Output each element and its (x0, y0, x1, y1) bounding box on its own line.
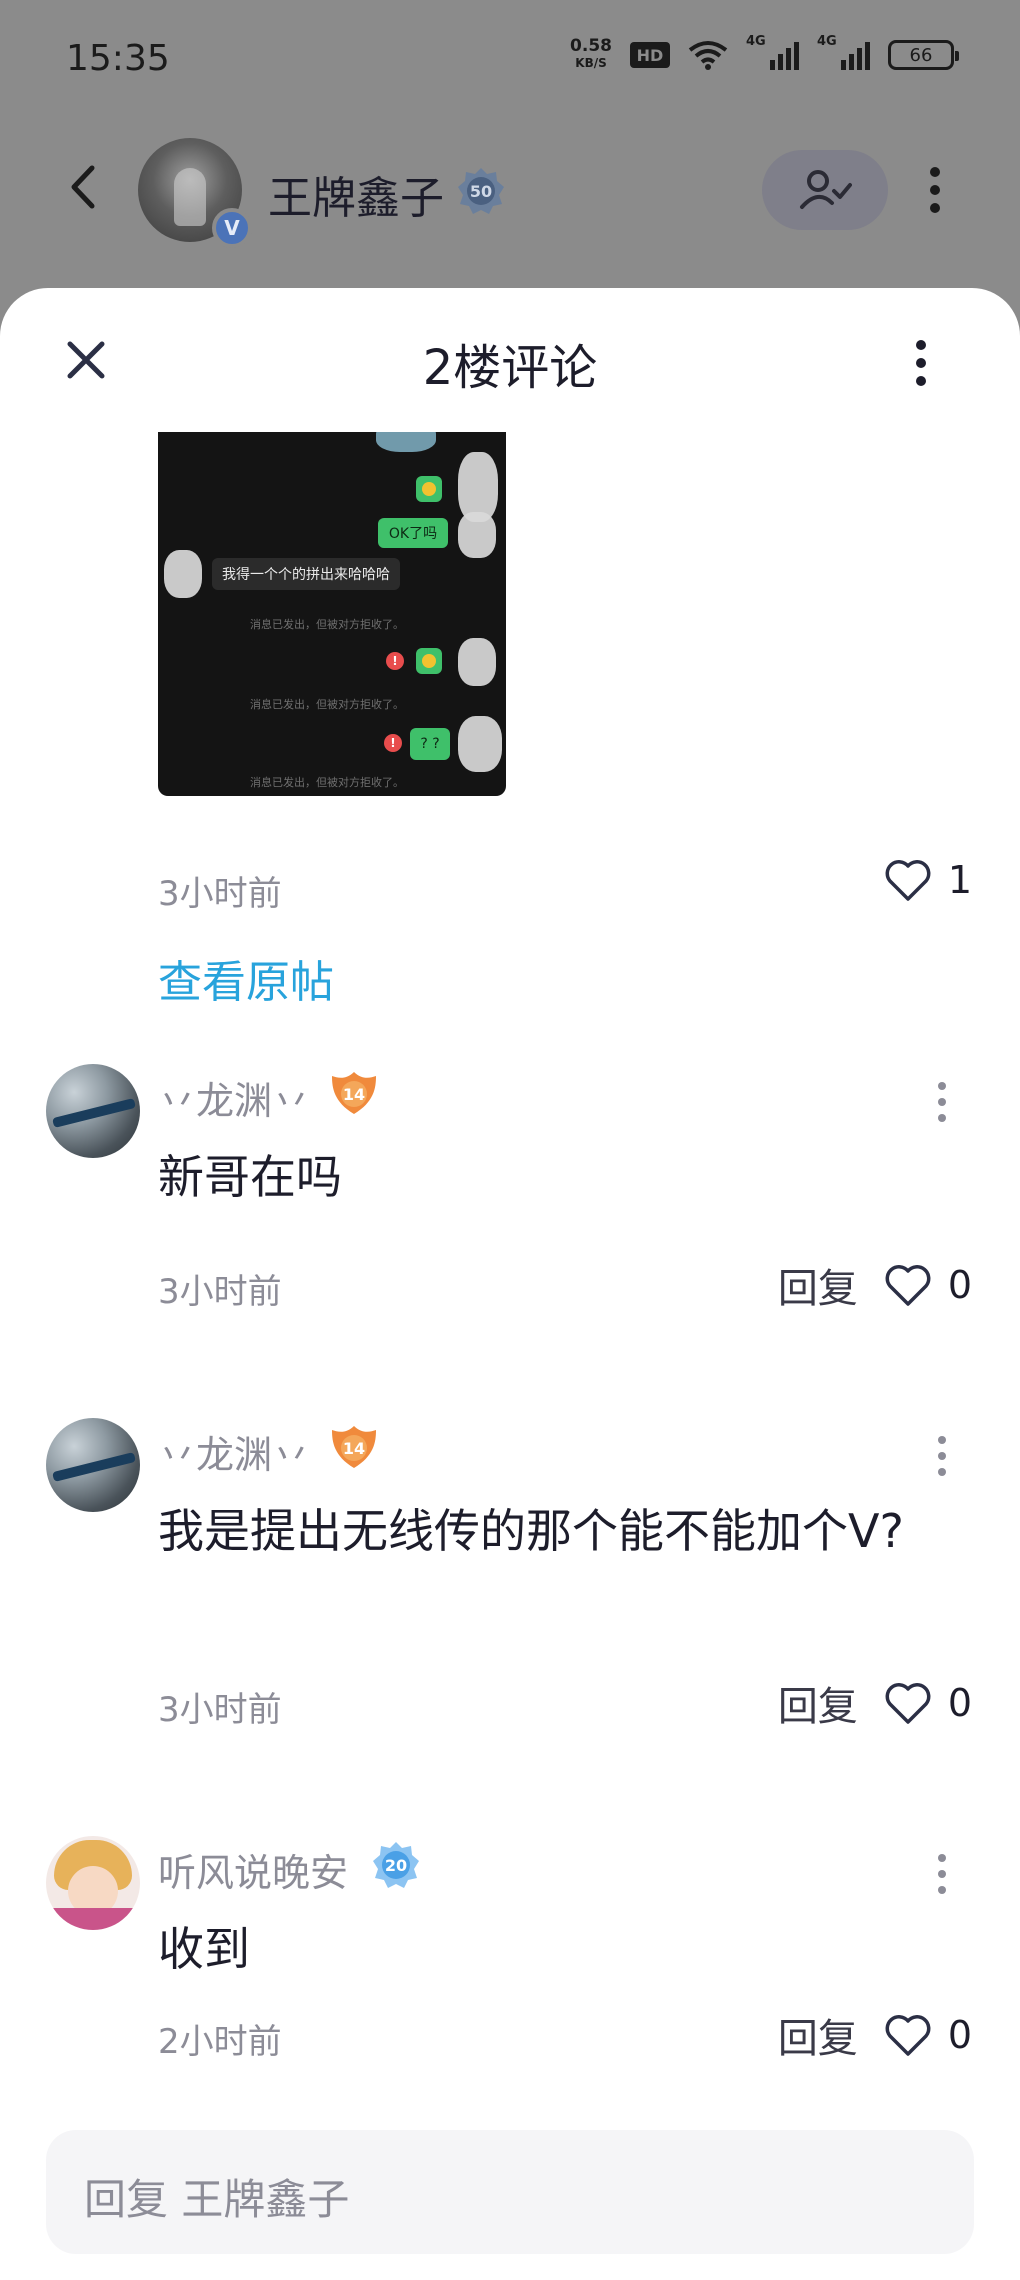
back-arrow-icon[interactable] (62, 164, 108, 210)
status-icons: 0.58 KB/S HD 4G 4G 66 (570, 34, 959, 72)
chat-bubble-question: ? ? (410, 728, 450, 760)
reply-button[interactable]: 回复 (778, 1674, 858, 1732)
comment-time: 2小时前 (158, 2022, 282, 2062)
battery-icon: 66 (888, 40, 959, 70)
heart-icon[interactable] (884, 2013, 932, 2057)
comment-text: 新哥在吗 (158, 1150, 342, 1204)
level-badge-icon: 14 (332, 1072, 376, 1114)
signal-icon-2: 4G (817, 34, 870, 70)
reply-input-placeholder: 回复 王牌鑫子 (84, 2175, 350, 2224)
avatar[interactable] (46, 1418, 140, 1512)
chat-bubble-received: 我得一个个的拼出来哈哈哈 (212, 558, 400, 590)
like-count: 0 (947, 1681, 972, 1725)
status-time: 15:35 (66, 38, 170, 79)
like-count: 0 (947, 1263, 972, 1307)
user-check-icon (800, 170, 852, 209)
comment-text: 收到 (158, 1922, 250, 1976)
svg-text:20: 20 (385, 1856, 407, 1875)
heart-icon[interactable] (884, 858, 932, 902)
rejected-note: 消息已发出，但被对方拒收了。 (250, 618, 404, 631)
comment-actions: 回复 0 (778, 1256, 972, 1314)
more-options-icon[interactable] (906, 338, 936, 388)
comment-author[interactable]: 听风说晚安 (158, 1842, 348, 1897)
comment-actions: 回复 0 (778, 2006, 972, 2064)
reply-button[interactable]: 回复 (778, 2006, 858, 2064)
like-count: 1 (947, 858, 972, 902)
like-count: 0 (947, 2013, 972, 2057)
more-options-icon[interactable] (930, 1434, 954, 1478)
error-icon: ! (386, 652, 404, 670)
level-badge-icon: 14 (332, 1426, 376, 1468)
heart-icon[interactable] (884, 1263, 932, 1307)
comment-author[interactable]: 丷龙渊丷 (158, 1424, 310, 1479)
chat-bubble-emoji (416, 648, 442, 674)
post-time: 3小时前 (158, 874, 282, 914)
level-badge-icon: 50 (458, 168, 504, 214)
svg-text:14: 14 (343, 1439, 365, 1458)
svg-text:50: 50 (470, 182, 492, 201)
sheet-title: 2楼评论 (422, 340, 598, 396)
post-image[interactable]: OK了吗 我得一个个的拼出来哈哈哈 消息已发出，但被对方拒收了。 ! 消息已发出… (158, 432, 506, 796)
view-original-link[interactable]: 查看原帖 (158, 946, 334, 1010)
reply-input[interactable]: 回复 王牌鑫子 (46, 2130, 974, 2254)
floor-comments-sheet: 2楼评论 OK了吗 我得一个个的拼出来哈哈哈 消息已发出，但被对方拒收了。 ! … (0, 288, 1020, 2280)
sheet-header: 2楼评论 (0, 288, 1020, 428)
comment-author[interactable]: 丷龙渊丷 (158, 1070, 310, 1125)
wifi-icon (688, 41, 728, 70)
rejected-note: 消息已发出，但被对方拒收了。 (250, 776, 404, 789)
chat-bubble-ok: OK了吗 (378, 518, 448, 548)
followed-button[interactable] (762, 150, 888, 230)
more-options-icon[interactable] (920, 164, 950, 216)
chat-bubble-emoji (416, 476, 442, 502)
post-like[interactable]: 1 (884, 858, 972, 902)
verified-badge-icon: V (212, 208, 252, 248)
status-bar: 15:35 0.58 KB/S HD 4G 4G 66 (0, 0, 1020, 120)
heart-icon[interactable] (884, 1681, 932, 1725)
comment-actions: 回复 0 (778, 1674, 972, 1732)
avatar[interactable] (46, 1836, 140, 1930)
error-icon: ! (384, 734, 402, 752)
rejected-note: 消息已发出，但被对方拒收了。 (250, 698, 404, 711)
hd-icon: HD (630, 42, 670, 68)
more-options-icon[interactable] (930, 1852, 954, 1896)
host-name[interactable]: 王牌鑫子 (268, 162, 444, 226)
level-badge-icon: 20 (373, 1842, 419, 1888)
comment-time: 3小时前 (158, 1272, 282, 1312)
svg-text:14: 14 (343, 1085, 365, 1104)
comment-time: 3小时前 (158, 1690, 282, 1730)
reply-button[interactable]: 回复 (778, 1256, 858, 1314)
avatar[interactable] (46, 1064, 140, 1158)
comment-text: 我是提出无线传的那个能不能加个V? (158, 1504, 904, 1558)
signal-icon-1: 4G (746, 34, 799, 70)
more-options-icon[interactable] (930, 1080, 954, 1124)
network-speed: 0.58 KB/S (570, 36, 612, 71)
post-header: V 王牌鑫子 50 (0, 130, 1020, 250)
